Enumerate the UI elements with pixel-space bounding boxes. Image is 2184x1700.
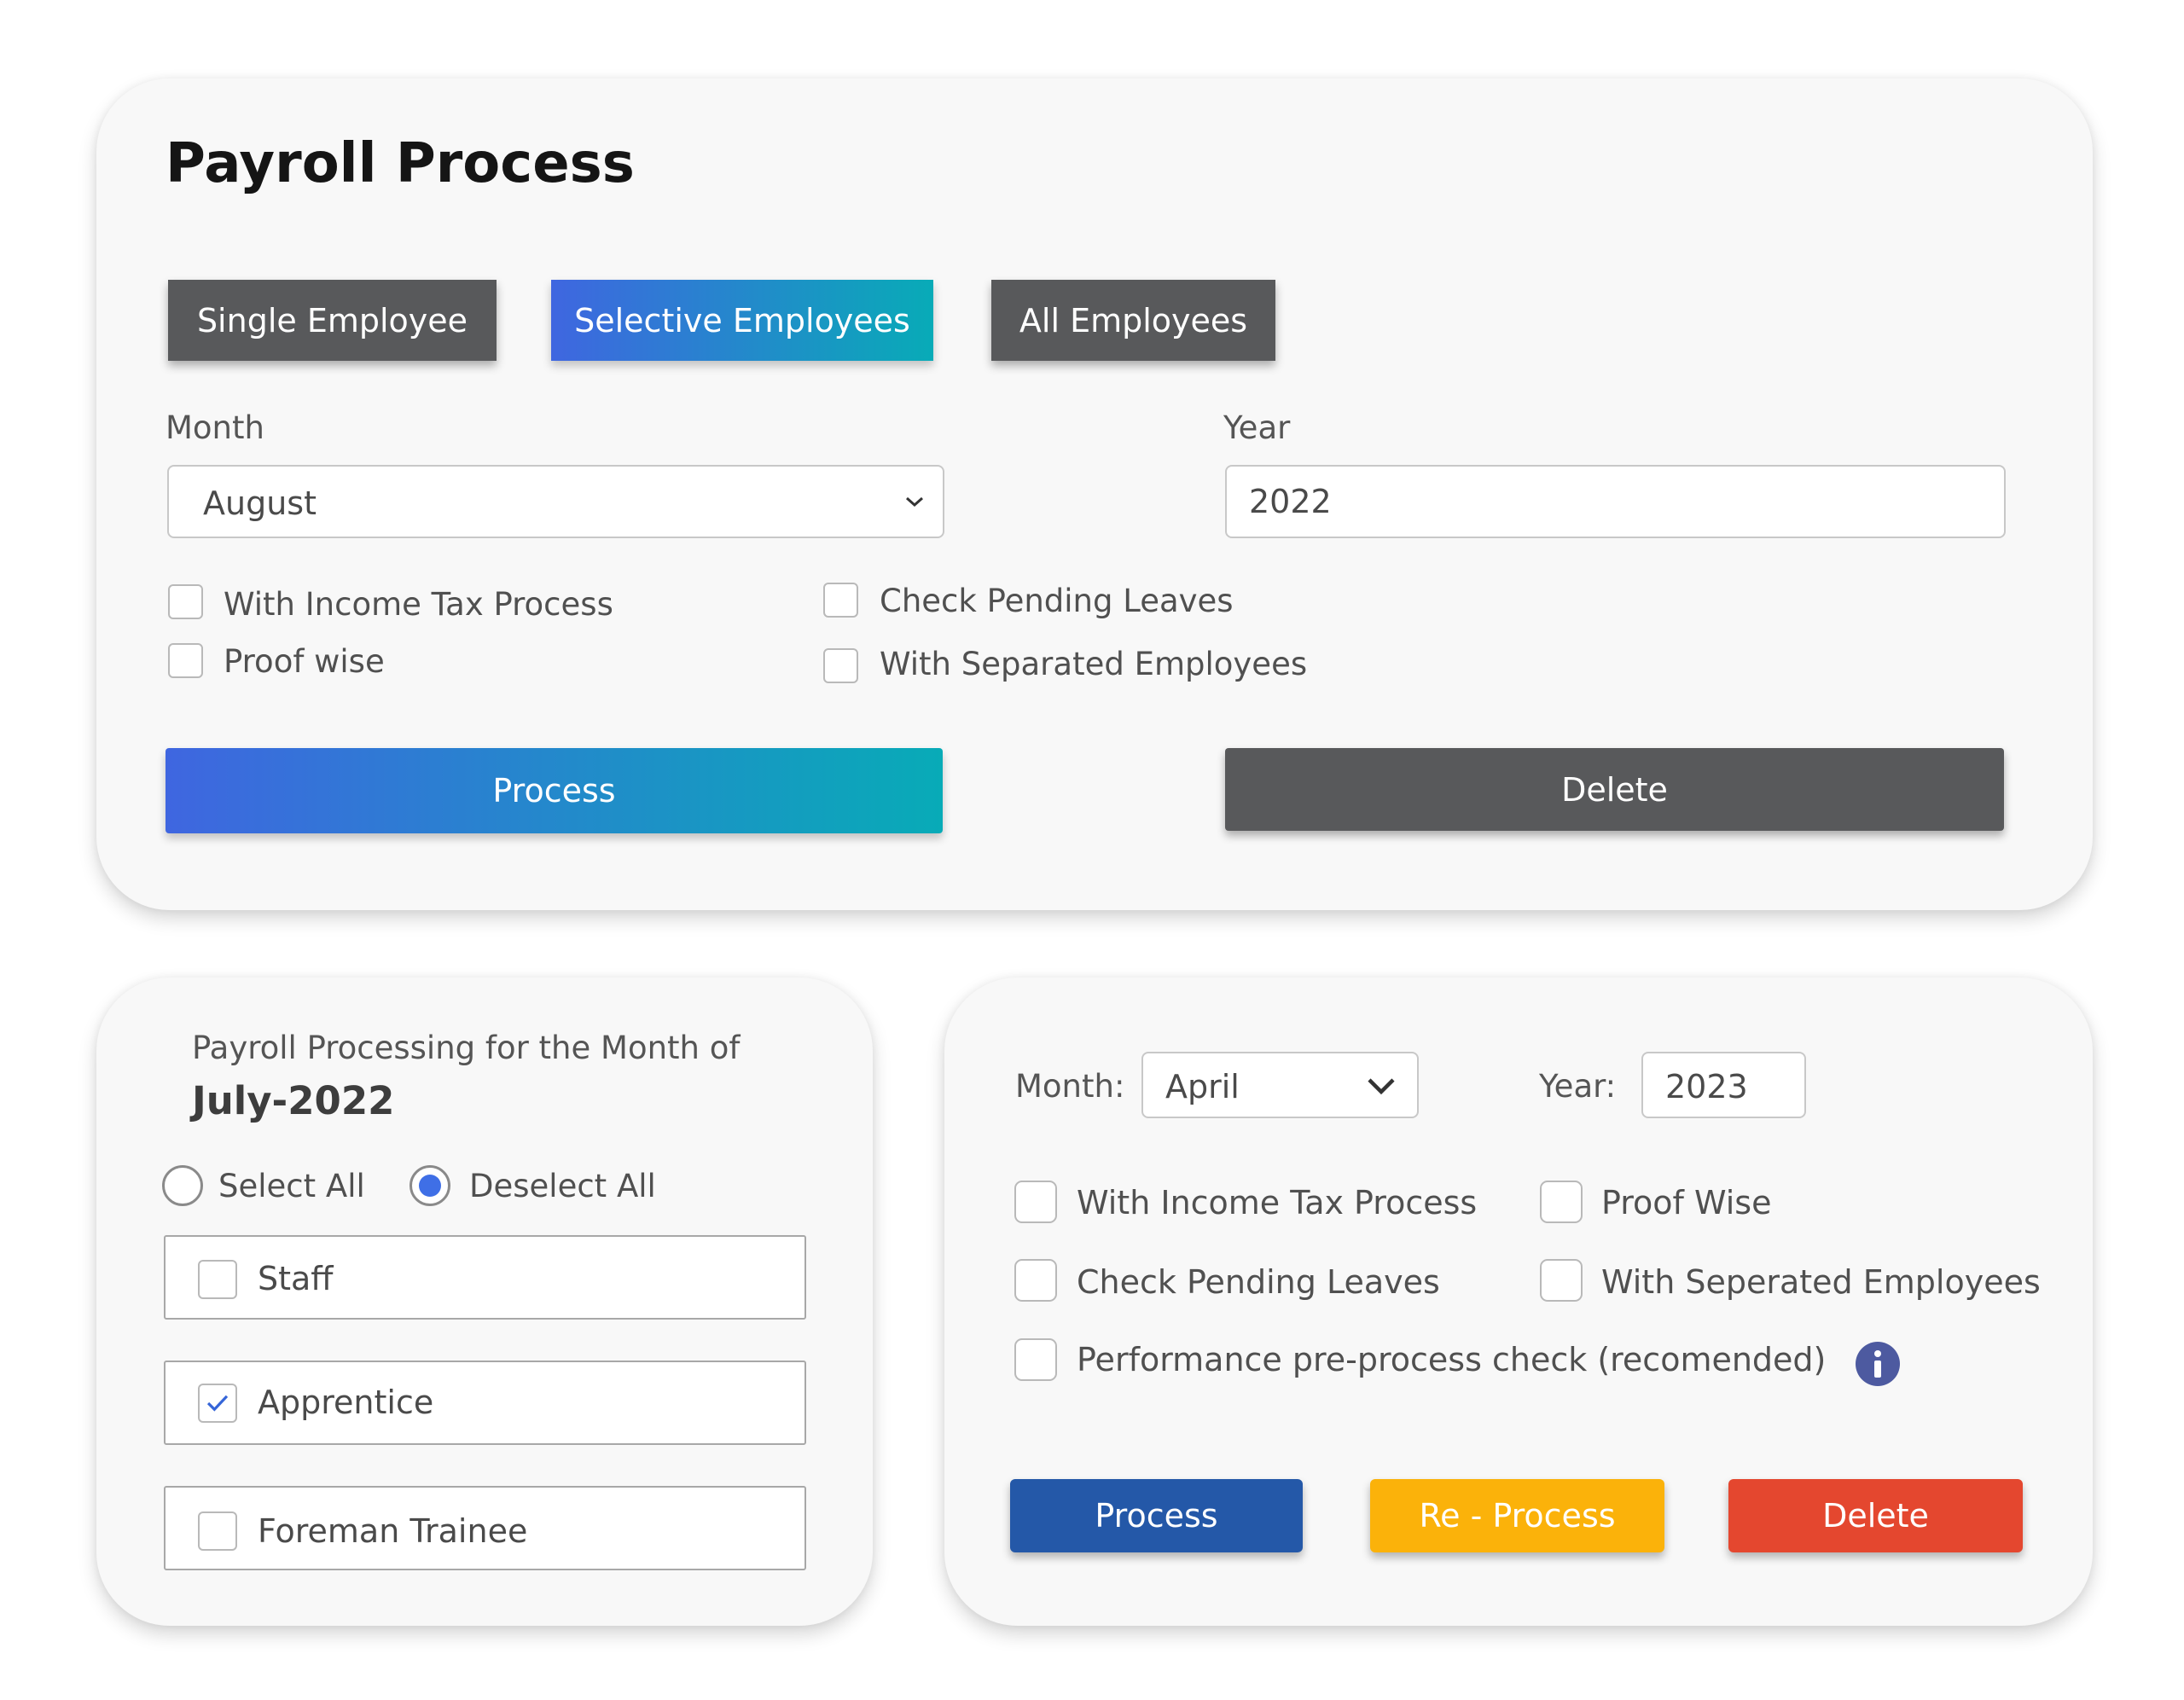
pending-leaves-label: Check Pending Leaves [880, 583, 1234, 619]
reprocess-separated-checkbox[interactable] [1540, 1259, 1583, 1302]
month-select-value: August [203, 484, 317, 522]
reprocess-month-select[interactable]: April [1141, 1052, 1419, 1118]
month-select[interactable]: August [167, 465, 944, 538]
income-tax-checkbox[interactable] [168, 584, 203, 619]
proof-wise-label: Proof wise [224, 643, 385, 680]
year-input[interactable]: 2022 [1225, 465, 2006, 538]
reprocess-performance-checkbox[interactable] [1014, 1338, 1057, 1381]
reprocess-proof-wise-label: Proof Wise [1601, 1184, 1772, 1221]
checkmark-icon [206, 1395, 229, 1412]
selection-period: July-2022 [192, 1078, 395, 1123]
reprocess-separated-label: With Seperated Employees [1601, 1263, 2041, 1301]
reprocess-pending-leaves-checkbox[interactable] [1014, 1259, 1057, 1302]
reprocess-delete-button[interactable]: Delete [1728, 1479, 2023, 1552]
info-icon[interactable] [1855, 1341, 1901, 1387]
page-title: Payroll Process [166, 132, 635, 195]
deselect-all-label: Deselect All [469, 1168, 656, 1204]
foreman-trainee-label: Foreman Trainee [258, 1512, 528, 1550]
reprocess-proof-wise-checkbox[interactable] [1540, 1181, 1583, 1223]
foreman-trainee-checkbox[interactable] [198, 1511, 237, 1551]
select-all-label: Select All [218, 1168, 365, 1204]
chevron-down-icon [1368, 1078, 1395, 1095]
staff-checkbox[interactable] [198, 1260, 237, 1299]
radio-selected-dot [419, 1175, 441, 1197]
re-process-button[interactable]: Re - Process [1370, 1479, 1664, 1552]
separated-employees-label: With Separated Employees [880, 646, 1308, 682]
reprocess-month-value: April [1165, 1068, 1240, 1105]
process-button[interactable]: Process [166, 748, 943, 833]
select-all-radio[interactable] [162, 1165, 203, 1206]
reprocess-pending-leaves-label: Check Pending Leaves [1077, 1263, 1440, 1301]
category-row-staff[interactable]: Staff [164, 1235, 806, 1320]
reprocess-month-label: Month: [1015, 1068, 1125, 1105]
reprocess-year-label: Year: [1539, 1068, 1617, 1105]
month-label: Month [166, 409, 264, 446]
reprocess-performance-label: Performance pre-process check (recomende… [1077, 1341, 1827, 1378]
year-label: Year [1223, 409, 1291, 446]
reprocess-year-input[interactable]: 2023 [1641, 1052, 1806, 1118]
reprocess-income-tax-label: With Income Tax Process [1077, 1184, 1478, 1221]
chevron-down-icon [906, 496, 923, 508]
apprentice-label: Apprentice [258, 1384, 434, 1421]
pending-leaves-checkbox[interactable] [823, 583, 858, 618]
tab-all-employees[interactable]: All Employees [991, 280, 1275, 361]
reprocess-process-button[interactable]: Process [1010, 1479, 1303, 1552]
category-row-apprentice[interactable]: Apprentice [164, 1361, 806, 1445]
tab-single-employee[interactable]: Single Employee [168, 280, 497, 361]
delete-button[interactable]: Delete [1225, 748, 2004, 831]
staff-label: Staff [258, 1260, 334, 1297]
reprocess-income-tax-checkbox[interactable] [1014, 1181, 1057, 1223]
deselect-all-radio[interactable] [410, 1165, 450, 1206]
year-input-value: 2022 [1249, 483, 1332, 520]
reprocess-year-value: 2023 [1665, 1068, 1748, 1105]
apprentice-checkbox[interactable] [198, 1384, 237, 1423]
tab-selective-employees[interactable]: Selective Employees [551, 280, 933, 361]
separated-employees-checkbox[interactable] [823, 648, 858, 683]
category-row-foreman-trainee[interactable]: Foreman Trainee [164, 1486, 806, 1570]
proof-wise-checkbox[interactable] [168, 643, 203, 678]
income-tax-label: With Income Tax Process [224, 586, 613, 623]
selection-heading: Payroll Processing for the Month of [192, 1030, 741, 1066]
